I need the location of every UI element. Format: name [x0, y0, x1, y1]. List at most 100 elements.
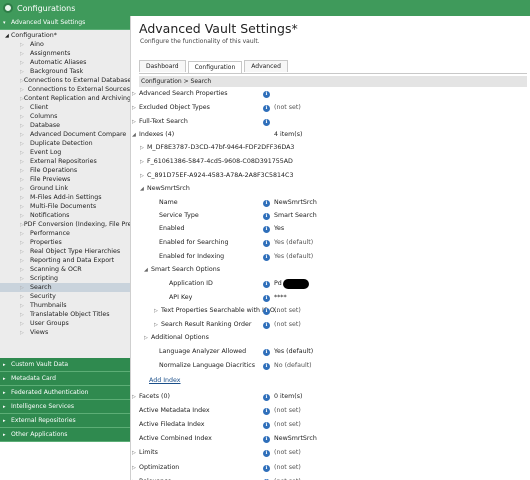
expand-triangle-icon[interactable]: ▷: [20, 51, 30, 57]
property-row[interactable]: Enabled for Indexing i Yes (default): [131, 251, 530, 264]
sidebar-item[interactable]: ▷ User Groups: [0, 319, 130, 328]
property-row[interactable]: ▷ Facets (0) i 0 item(s): [131, 391, 530, 404]
property-row[interactable]: Active Filedata Index i (not set): [131, 419, 530, 432]
tab-configuration[interactable]: Configuration: [187, 61, 243, 73]
property-row[interactable]: ▷ M_DF8E3787-D3CD-47bf-9464-FDF2DFF36DA3: [131, 142, 530, 155]
info-icon[interactable]: i: [263, 363, 270, 370]
sidebar-item[interactable]: ▷ PDF Conversion (Indexing, File Previe: [0, 220, 130, 229]
property-value[interactable]: Yes (default): [274, 348, 313, 355]
tab-dashboard[interactable]: Dashboard: [139, 60, 186, 72]
expand-triangle-icon[interactable]: ▷: [20, 87, 28, 93]
property-row[interactable]: ▷ Text Properties Searchable with IS O...…: [131, 305, 530, 318]
sidebar-section[interactable]: ▸ Custom Vault Data: [0, 358, 130, 372]
sidebar-item[interactable]: ▷ Security: [0, 292, 130, 301]
expand-triangle-icon[interactable]: ▷: [20, 285, 30, 291]
expand-triangle-icon[interactable]: ▷: [20, 141, 30, 147]
property-row[interactable]: API Key i ****: [131, 292, 530, 305]
expand-triangle-icon[interactable]: ▷: [20, 195, 30, 201]
sidebar-item[interactable]: ▷ Connections to External Databases: [0, 76, 130, 85]
sidebar-section-advanced-vault-settings[interactable]: ▾ Advanced Vault Settings: [0, 16, 130, 30]
expand-triangle-icon[interactable]: ▷: [20, 240, 30, 246]
property-value[interactable]: No (default): [274, 362, 312, 369]
expand-triangle-icon[interactable]: ▷: [20, 312, 30, 318]
expand-triangle-icon[interactable]: ▷: [20, 249, 30, 255]
property-value[interactable]: (not set): [274, 449, 301, 456]
row-toggle-icon[interactable]: ▷: [132, 119, 136, 125]
sidebar-item[interactable]: ▷ Real Object Type Hierarchies: [0, 247, 130, 256]
property-value[interactable]: (not set): [274, 321, 301, 328]
expand-triangle-icon[interactable]: ▷: [20, 213, 30, 219]
property-row[interactable]: ▷ Full-Text Search i: [131, 116, 530, 129]
property-value[interactable]: (not set): [274, 104, 301, 111]
info-icon[interactable]: i: [263, 213, 270, 220]
sidebar-item[interactable]: ▷ Scanning & OCR: [0, 265, 130, 274]
expand-triangle-icon[interactable]: ▷: [20, 330, 30, 336]
info-icon[interactable]: i: [263, 422, 270, 429]
property-row[interactable]: ▷ Limits i (not set): [131, 447, 530, 460]
property-value[interactable]: Smart Search: [274, 212, 317, 219]
property-row[interactable]: Language Analyzer Allowed i Yes (default): [131, 346, 530, 359]
info-icon[interactable]: i: [263, 322, 270, 329]
property-value[interactable]: Yes (default): [274, 253, 313, 260]
expand-triangle-icon[interactable]: ▷: [20, 168, 30, 174]
property-row[interactable]: ▷ Advanced Search Properties i: [131, 88, 530, 101]
property-row[interactable]: Normalize Language Diacritics i No (defaul…: [131, 360, 530, 373]
sidebar-item[interactable]: ▷ Performance: [0, 229, 130, 238]
expand-triangle-icon[interactable]: ▷: [20, 294, 30, 300]
sidebar-item[interactable]: ▷ M-Files Add-in Settings: [0, 193, 130, 202]
sidebar-item[interactable]: ▷ Scripting: [0, 274, 130, 283]
info-icon[interactable]: i: [263, 226, 270, 233]
expand-triangle-icon[interactable]: ▷: [20, 177, 30, 183]
property-row[interactable]: ◢ Smart Search Options: [131, 264, 530, 277]
info-icon[interactable]: i: [263, 91, 270, 98]
sidebar-section[interactable]: ▸ External Repositories: [0, 414, 130, 428]
expand-triangle-icon[interactable]: ▷: [20, 231, 30, 237]
sidebar-item[interactable]: ▷ Assignments: [0, 49, 130, 58]
sidebar-item[interactable]: ▷ Translatable Object Titles: [0, 310, 130, 319]
property-value[interactable]: (not set): [274, 307, 301, 314]
info-icon[interactable]: i: [263, 105, 270, 112]
expand-triangle-icon[interactable]: ▷: [20, 204, 30, 210]
property-row[interactable]: Service Type i Smart Search: [131, 210, 530, 223]
row-toggle-icon[interactable]: ◢: [132, 132, 136, 138]
info-icon[interactable]: i: [263, 200, 270, 207]
sidebar-item[interactable]: ▷ Notifications: [0, 211, 130, 220]
row-toggle-icon[interactable]: ▷: [132, 450, 136, 456]
sidebar-item[interactable]: ▷ Ground Link: [0, 184, 130, 193]
property-row[interactable]: ▷ Optimization i (not set): [131, 462, 530, 475]
property-row[interactable]: Add Index: [131, 375, 530, 388]
sidebar-item[interactable]: ▷ Thumbnails: [0, 301, 130, 310]
property-value[interactable]: Yes (default): [274, 239, 313, 246]
sidebar-item[interactable]: ▷ Duplicate Detection: [0, 139, 130, 148]
info-icon[interactable]: i: [263, 119, 270, 126]
row-toggle-icon[interactable]: ▷: [144, 335, 148, 341]
property-row[interactable]: ▷ Additional Options: [131, 332, 530, 345]
info-icon[interactable]: i: [263, 436, 270, 443]
sidebar-item[interactable]: ▷ Automatic Aliases: [0, 58, 130, 67]
sidebar-item[interactable]: ▷ Advanced Document Compare: [0, 130, 130, 139]
expand-triangle-icon[interactable]: ▷: [20, 69, 30, 75]
property-row[interactable]: ▷ F_61061386-5847-4cd5-9608-C08D391755AD: [131, 156, 530, 169]
add-index-link[interactable]: Add Index: [149, 377, 181, 384]
expand-triangle-icon[interactable]: ▷: [20, 186, 30, 192]
sidebar-item[interactable]: ▷ Database: [0, 121, 130, 130]
sidebar-item[interactable]: ▷ Views: [0, 328, 130, 337]
sidebar-item[interactable]: ▷ Background Task: [0, 67, 130, 76]
property-value[interactable]: Pd: [274, 280, 282, 287]
row-toggle-icon[interactable]: ▷: [132, 105, 136, 111]
info-icon[interactable]: i: [263, 295, 270, 302]
sidebar-item[interactable]: ▷ File Previews: [0, 175, 130, 184]
row-toggle-icon[interactable]: ▷: [140, 145, 144, 151]
property-row[interactable]: ▷ Search Result Ranking Order i (not set): [131, 319, 530, 332]
property-value[interactable]: (not set): [274, 464, 301, 471]
info-icon[interactable]: i: [263, 408, 270, 415]
row-toggle-icon[interactable]: ▷: [132, 91, 136, 97]
sidebar-item[interactable]: ▷ Columns: [0, 112, 130, 121]
row-toggle-icon[interactable]: ◢: [140, 186, 144, 192]
row-toggle-icon[interactable]: ▷: [140, 159, 144, 165]
sidebar-item[interactable]: ▷ Client: [0, 103, 130, 112]
expand-triangle-icon[interactable]: ▷: [20, 123, 30, 129]
info-icon[interactable]: i: [263, 394, 270, 401]
expand-triangle-icon[interactable]: ▷: [20, 321, 30, 327]
sidebar-item[interactable]: ▷ Properties: [0, 238, 130, 247]
